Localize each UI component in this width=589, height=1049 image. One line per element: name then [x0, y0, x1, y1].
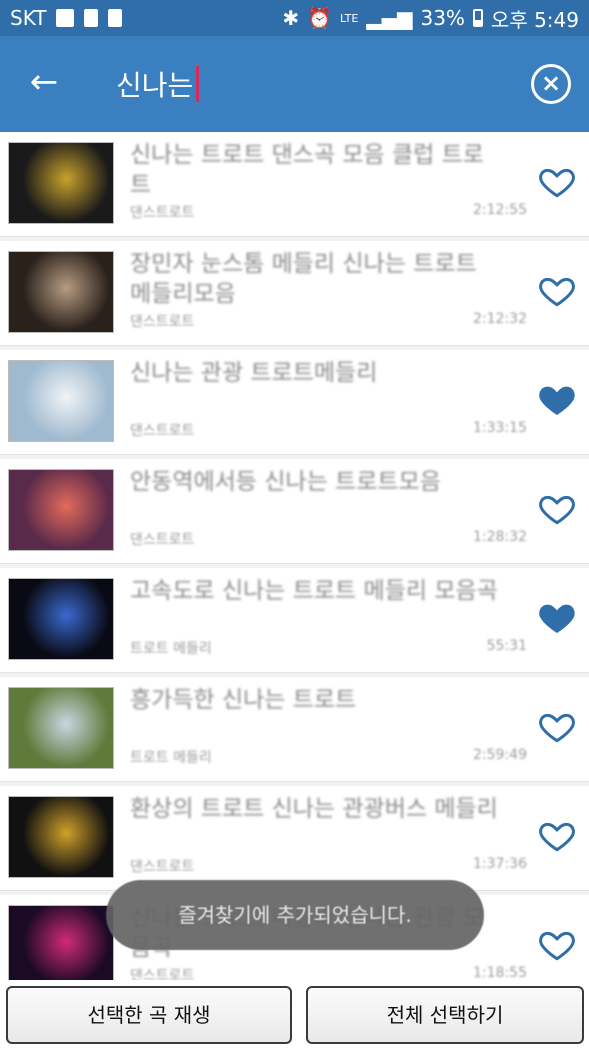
- lte-label: LTE: [340, 11, 359, 25]
- clock: 오후 5:49: [490, 7, 579, 32]
- back-arrow-icon[interactable]: ←: [22, 60, 66, 104]
- heart-outline-icon[interactable]: [537, 162, 577, 202]
- status-bar: SKT ✱ ⏰ LTE ▂▄▆ 33% 오후 5:49: [0, 0, 589, 36]
- song-artist: 댄스트로트: [130, 205, 195, 221]
- song-list-item[interactable]: 고속도로 신나는 트로트 메들리 모음곡트로트 메들리 55:31: [0, 568, 589, 673]
- heart-outline-icon[interactable]: [537, 271, 577, 311]
- heart-outline-icon[interactable]: [537, 816, 577, 856]
- song-artist: 댄스트로트: [130, 968, 195, 980]
- song-list-item[interactable]: 흥가득한 신나는 트로트트로트 메들리 2:59:49: [0, 677, 589, 782]
- song-title: 장민자 눈스톰 메들리 신나는 트로트 메들리모음: [130, 251, 477, 307]
- song-thumbnail: [8, 469, 114, 551]
- song-list: 신나는 트로트 댄스곡 모음 클럽 트로트댄스트로트 2:12:55 장민자 눈스톰…: [0, 132, 589, 980]
- song-artist: 댄스트로트: [130, 423, 195, 439]
- battery-percent: 33%: [420, 6, 465, 30]
- song-list-item[interactable]: 안동역에서등 신나는 트로트모음댄스트로트 1:28:32: [0, 459, 589, 564]
- alarm-icon: ⏰: [307, 6, 333, 30]
- song-thumbnail: [8, 687, 114, 769]
- heart-outline-icon[interactable]: [537, 925, 577, 965]
- play-selected-button[interactable]: 선택한 곡 재생: [6, 986, 292, 1044]
- search-query: 신나는: [116, 69, 194, 102]
- heart-outline-icon[interactable]: [537, 707, 577, 747]
- song-duration: 55:31: [486, 638, 527, 654]
- status-left: SKT: [10, 6, 123, 30]
- clear-search-icon[interactable]: ×: [531, 64, 571, 104]
- bluetooth-icon: ✱: [282, 6, 300, 30]
- song-thumbnail: [8, 905, 114, 980]
- heart-filled-icon[interactable]: [537, 380, 577, 420]
- signal-icon: ▂▄▆: [366, 6, 413, 30]
- song-duration: 2:12:55: [473, 202, 527, 218]
- sim-icon: [84, 9, 99, 27]
- song-list-item[interactable]: 환상의 트로트 신나는 관광버스 메들리댄스트로트 1:37:36: [0, 786, 589, 891]
- song-artist: 댄스트로트: [130, 314, 195, 330]
- search-input[interactable]: 신나는: [116, 64, 200, 104]
- song-list-item[interactable]: 신나는 관광 트로트메들리댄스트로트 1:33:15: [0, 350, 589, 455]
- song-list-item[interactable]: 신나는 트로트 댄스곡 모음 클럽 트로트댄스트로트 2:12:55: [0, 132, 589, 237]
- song-title: 안동역에서등 신나는 트로트모음: [130, 469, 441, 495]
- song-duration: 1:37:36: [473, 856, 527, 872]
- song-thumbnail: [8, 360, 114, 442]
- song-thumbnail: [8, 142, 114, 224]
- song-artist: 댄스트로트: [130, 532, 195, 548]
- song-duration: 1:18:55: [473, 965, 527, 980]
- select-all-button[interactable]: 전체 선택하기: [306, 986, 584, 1044]
- song-thumbnail: [8, 251, 114, 333]
- gallery-icon: [56, 9, 75, 27]
- battery-icon: [472, 9, 483, 27]
- heart-filled-icon[interactable]: [537, 598, 577, 638]
- song-duration: 1:28:32: [473, 529, 527, 545]
- app-bar: ← 신나는 ×: [0, 36, 589, 132]
- song-artist: 트로트 메들리: [130, 641, 212, 657]
- song-title: 흥가득한 신나는 트로트: [130, 687, 357, 713]
- song-title: 신나는 트로트 댄스곡 모음 클럽 트로트: [130, 142, 484, 198]
- notification-icon: [108, 9, 123, 27]
- song-title: 신나는 관광 트로트메들리: [130, 360, 378, 386]
- text-cursor: [196, 66, 200, 102]
- song-title: 환상의 트로트 신나는 관광버스 메들리: [130, 796, 498, 822]
- song-duration: 2:12:32: [473, 311, 527, 327]
- song-artist: 댄스트로트: [130, 859, 195, 875]
- song-duration: 2:59:49: [473, 747, 527, 763]
- bottom-bar: 선택한 곡 재생 전체 선택하기: [0, 980, 589, 1049]
- song-thumbnail: [8, 796, 114, 878]
- heart-outline-icon[interactable]: [537, 489, 577, 529]
- song-artist: 트로트 메들리: [130, 750, 212, 766]
- song-duration: 1:33:15: [473, 420, 527, 436]
- carrier-label: SKT: [10, 6, 47, 30]
- song-list-item[interactable]: 장민자 눈스톰 메들리 신나는 트로트 메들리모음댄스트로트 2:12:32: [0, 241, 589, 346]
- toast-message: 즐겨찾기에 추가되었습니다.: [106, 880, 484, 950]
- status-right: ✱ ⏰ LTE ▂▄▆ 33% 오후 5:49: [282, 4, 579, 33]
- song-thumbnail: [8, 578, 114, 660]
- song-title: 고속도로 신나는 트로트 메들리 모음곡: [130, 578, 498, 604]
